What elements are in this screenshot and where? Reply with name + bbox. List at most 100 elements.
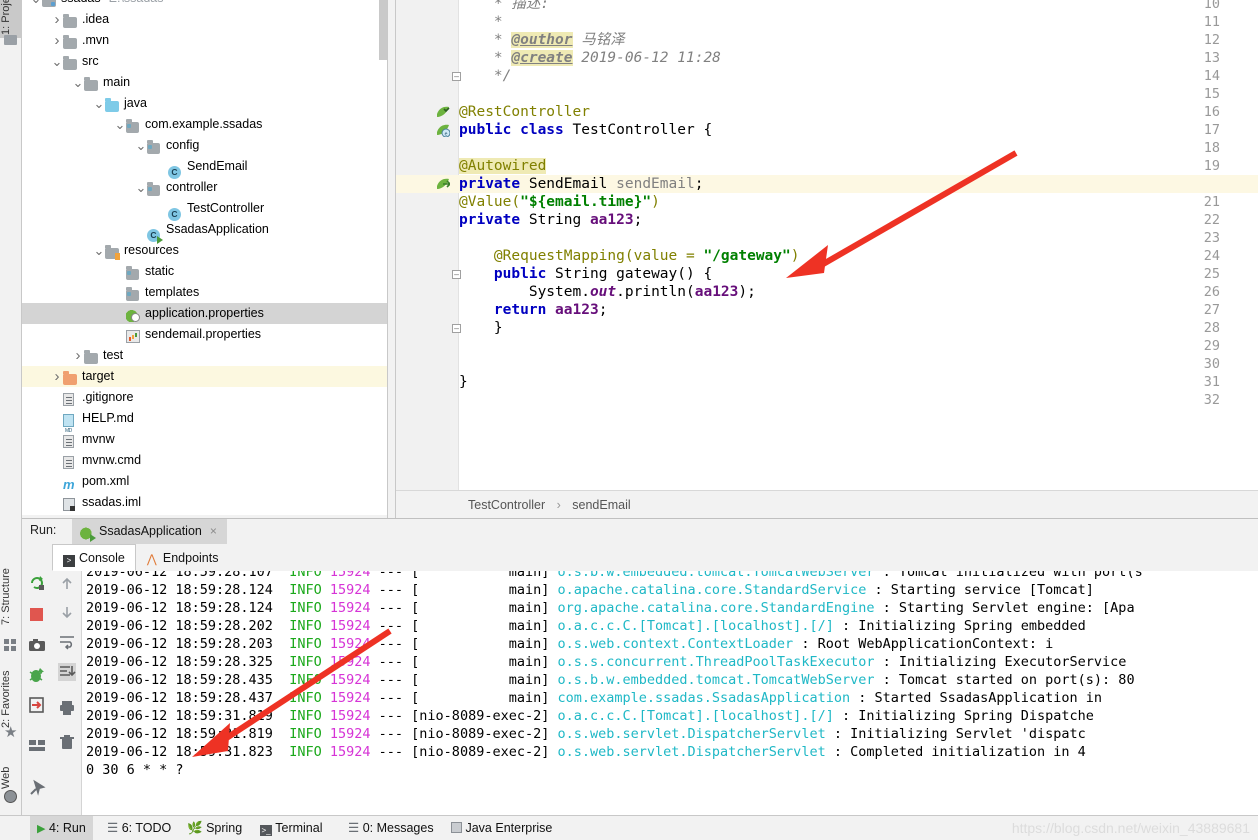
code-line[interactable]: @Value("${email.time}") [459,193,660,211]
status-button-terminal[interactable]: >_ Terminal [253,816,330,840]
arrow-down-icon[interactable] [58,603,76,621]
breadcrumb[interactable]: TestController › sendEmail [396,490,1258,518]
autowired-bean-icon[interactable] [436,177,452,191]
bean-checked-icon[interactable] [436,105,450,119]
code-line[interactable]: */ [459,67,511,85]
status-button-spring[interactable]: 🌿 Spring [180,816,249,840]
tree-item-help-md[interactable]: HELP.md [22,408,387,429]
code-line[interactable]: * 描述: [459,0,549,13]
tree-item-static[interactable]: static [22,261,387,282]
tool-tab-project[interactable]: 1: Project [0,0,22,38]
tree-item-target[interactable]: › target [22,366,387,387]
project-tool-window[interactable]: ⌄ ssadas E:\ssadas › .idea › .mvn ⌄ src ⌄ main ⌄ jav… [22,0,387,515]
code-line[interactable]: public class TestController { [459,121,712,139]
chevron-down-icon[interactable]: ⌄ [114,114,126,135]
chevron-right-icon[interactable]: › [51,30,63,51]
camera-icon[interactable] [28,636,46,654]
tree-item-label: pom.xml [82,474,130,488]
chevron-down-icon[interactable]: ⌄ [135,177,147,198]
code-line[interactable]: * [459,13,503,31]
tree-item-testcontroller[interactable]: C TestController [22,198,387,221]
tree-item-ssadasapplication[interactable]: C SsadasApplication [22,219,387,244]
tree-item-templates[interactable]: templates [22,282,387,303]
chevron-right-icon[interactable]: › [51,366,63,387]
code-line[interactable]: private String aa123; [459,211,642,229]
breadcrumb-class[interactable]: TestController [468,498,545,512]
tree-item-pom-xml[interactable]: m pom.xml [22,471,387,492]
tree-item-config[interactable]: ⌄ config [22,135,387,156]
project-scrollbar[interactable] [379,0,387,60]
code-line[interactable]: System.out.println(aa123); [459,283,756,301]
run-action-bar[interactable] [22,544,52,816]
tree-item-controller[interactable]: ⌄ controller [22,177,387,198]
soft-wrap-icon[interactable] [58,633,76,651]
tree-item--idea[interactable]: › .idea [22,9,387,30]
tree-item-ssadas-iml[interactable]: ssadas.iml [22,492,387,513]
code-editor[interactable]: 1011121314151617181920212223242526272829… [396,0,1258,490]
console-output[interactable]: 2019-06-12 18:59:28.107 INFO 15924 --- [… [82,571,1258,816]
code-line[interactable]: @RestController [459,103,590,121]
scroll-to-end-icon[interactable] [58,663,76,681]
tree-item-sendemail[interactable]: C SendEmail [22,156,387,179]
code-line[interactable]: return aa123; [459,301,608,319]
run-configuration-tab[interactable]: SsadasApplication × [72,519,227,544]
code-text[interactable]: * 描述: * * @outhor 马铭泽 * @create 2019-06-… [459,0,1258,490]
tree-item-com-example-ssadas[interactable]: ⌄ com.example.ssadas [22,114,387,135]
tab-console[interactable]: > Console [52,544,136,571]
status-button-java-enterprise[interactable]: Java Enterprise [444,816,559,840]
tab-endpoints[interactable]: ⋀ Endpoints [136,544,230,571]
print-icon[interactable] [58,699,76,717]
chevron-right-icon[interactable]: › [51,9,63,30]
tool-tab-structure[interactable]: 7: Structure [0,560,22,634]
status-button-run[interactable]: ▶ 4: Run [30,816,93,840]
stop-icon[interactable] [28,606,46,624]
panel-divider[interactable] [387,0,396,518]
layout-icon[interactable] [28,736,46,754]
chevron-down-icon[interactable]: ⌄ [30,0,42,9]
status-button-messages[interactable]: ☰ 0: Messages [341,816,441,840]
code-token: * 描述: [459,0,550,12]
tree-item--mvn[interactable]: › .mvn [22,30,387,51]
code-line[interactable]: @RequestMapping(value = "/gateway") [459,247,800,265]
code-line[interactable]: private SendEmail sendEmail; [459,175,703,193]
code-line[interactable]: @Autowired [459,157,547,175]
code-line[interactable]: public String gateway() { [459,265,712,283]
breadcrumb-member[interactable]: sendEmail [572,498,630,512]
rerun-icon[interactable] [28,574,46,592]
chevron-right-icon[interactable]: › [72,345,84,366]
tree-item-sendemail-properties[interactable]: sendemail.properties [22,324,387,345]
chevron-down-icon[interactable]: ⌄ [93,93,105,114]
trash-icon[interactable] [58,733,76,751]
spring-bean-icon[interactable]: e [436,123,451,138]
chevron-down-icon[interactable]: ⌄ [72,72,84,93]
run-tabs[interactable]: > Console ⋀ Endpoints [52,544,229,571]
close-icon[interactable]: × [210,524,217,538]
code-line[interactable]: } [459,373,468,391]
code-line[interactable]: * @create 2019-06-12 11:28 [459,49,721,67]
chevron-down-icon[interactable]: ⌄ [135,135,147,156]
tree-item--gitignore[interactable]: .gitignore [22,387,387,408]
tree-item-src[interactable]: ⌄ src [22,51,387,72]
arrow-up-icon[interactable] [58,575,76,593]
status-button-todo[interactable]: ☰ 6: TODO [100,816,178,840]
tree-item-mvnw[interactable]: mvnw [22,429,387,450]
log-timestamp: 2019-06-12 18:59:28.437 [86,690,273,706]
tree-item-java[interactable]: ⌄ java [22,93,387,114]
editor-gutter[interactable] [396,0,459,490]
chevron-down-icon[interactable]: ⌄ [93,240,105,261]
exit-icon[interactable] [28,696,46,714]
pin-icon[interactable] [28,779,46,797]
code-line[interactable]: * @outhor 马铭泽 [459,31,625,49]
tree-item-ssadas[interactable]: ⌄ ssadas E:\ssadas [22,0,387,9]
tree-item-resources[interactable]: ⌄ resources [22,240,387,261]
code-line[interactable]: } [459,319,503,337]
chevron-down-icon[interactable]: ⌄ [51,51,63,72]
tree-item-mvnw-cmd[interactable]: mvnw.cmd [22,450,387,471]
tree-item-application-properties[interactable]: application.properties [22,303,387,324]
console-action-bar[interactable] [52,571,82,816]
debug-icon[interactable] [28,666,46,684]
run-tool-window: Run: SsadasApplication × > Console ⋀ Endpoi… [22,518,1258,816]
tree-item-test[interactable]: › test [22,345,387,366]
log-logger: o.s.b.w.embedded.tomcat.TomcatWebServer [557,571,875,580]
tree-item-main[interactable]: ⌄ main [22,72,387,93]
